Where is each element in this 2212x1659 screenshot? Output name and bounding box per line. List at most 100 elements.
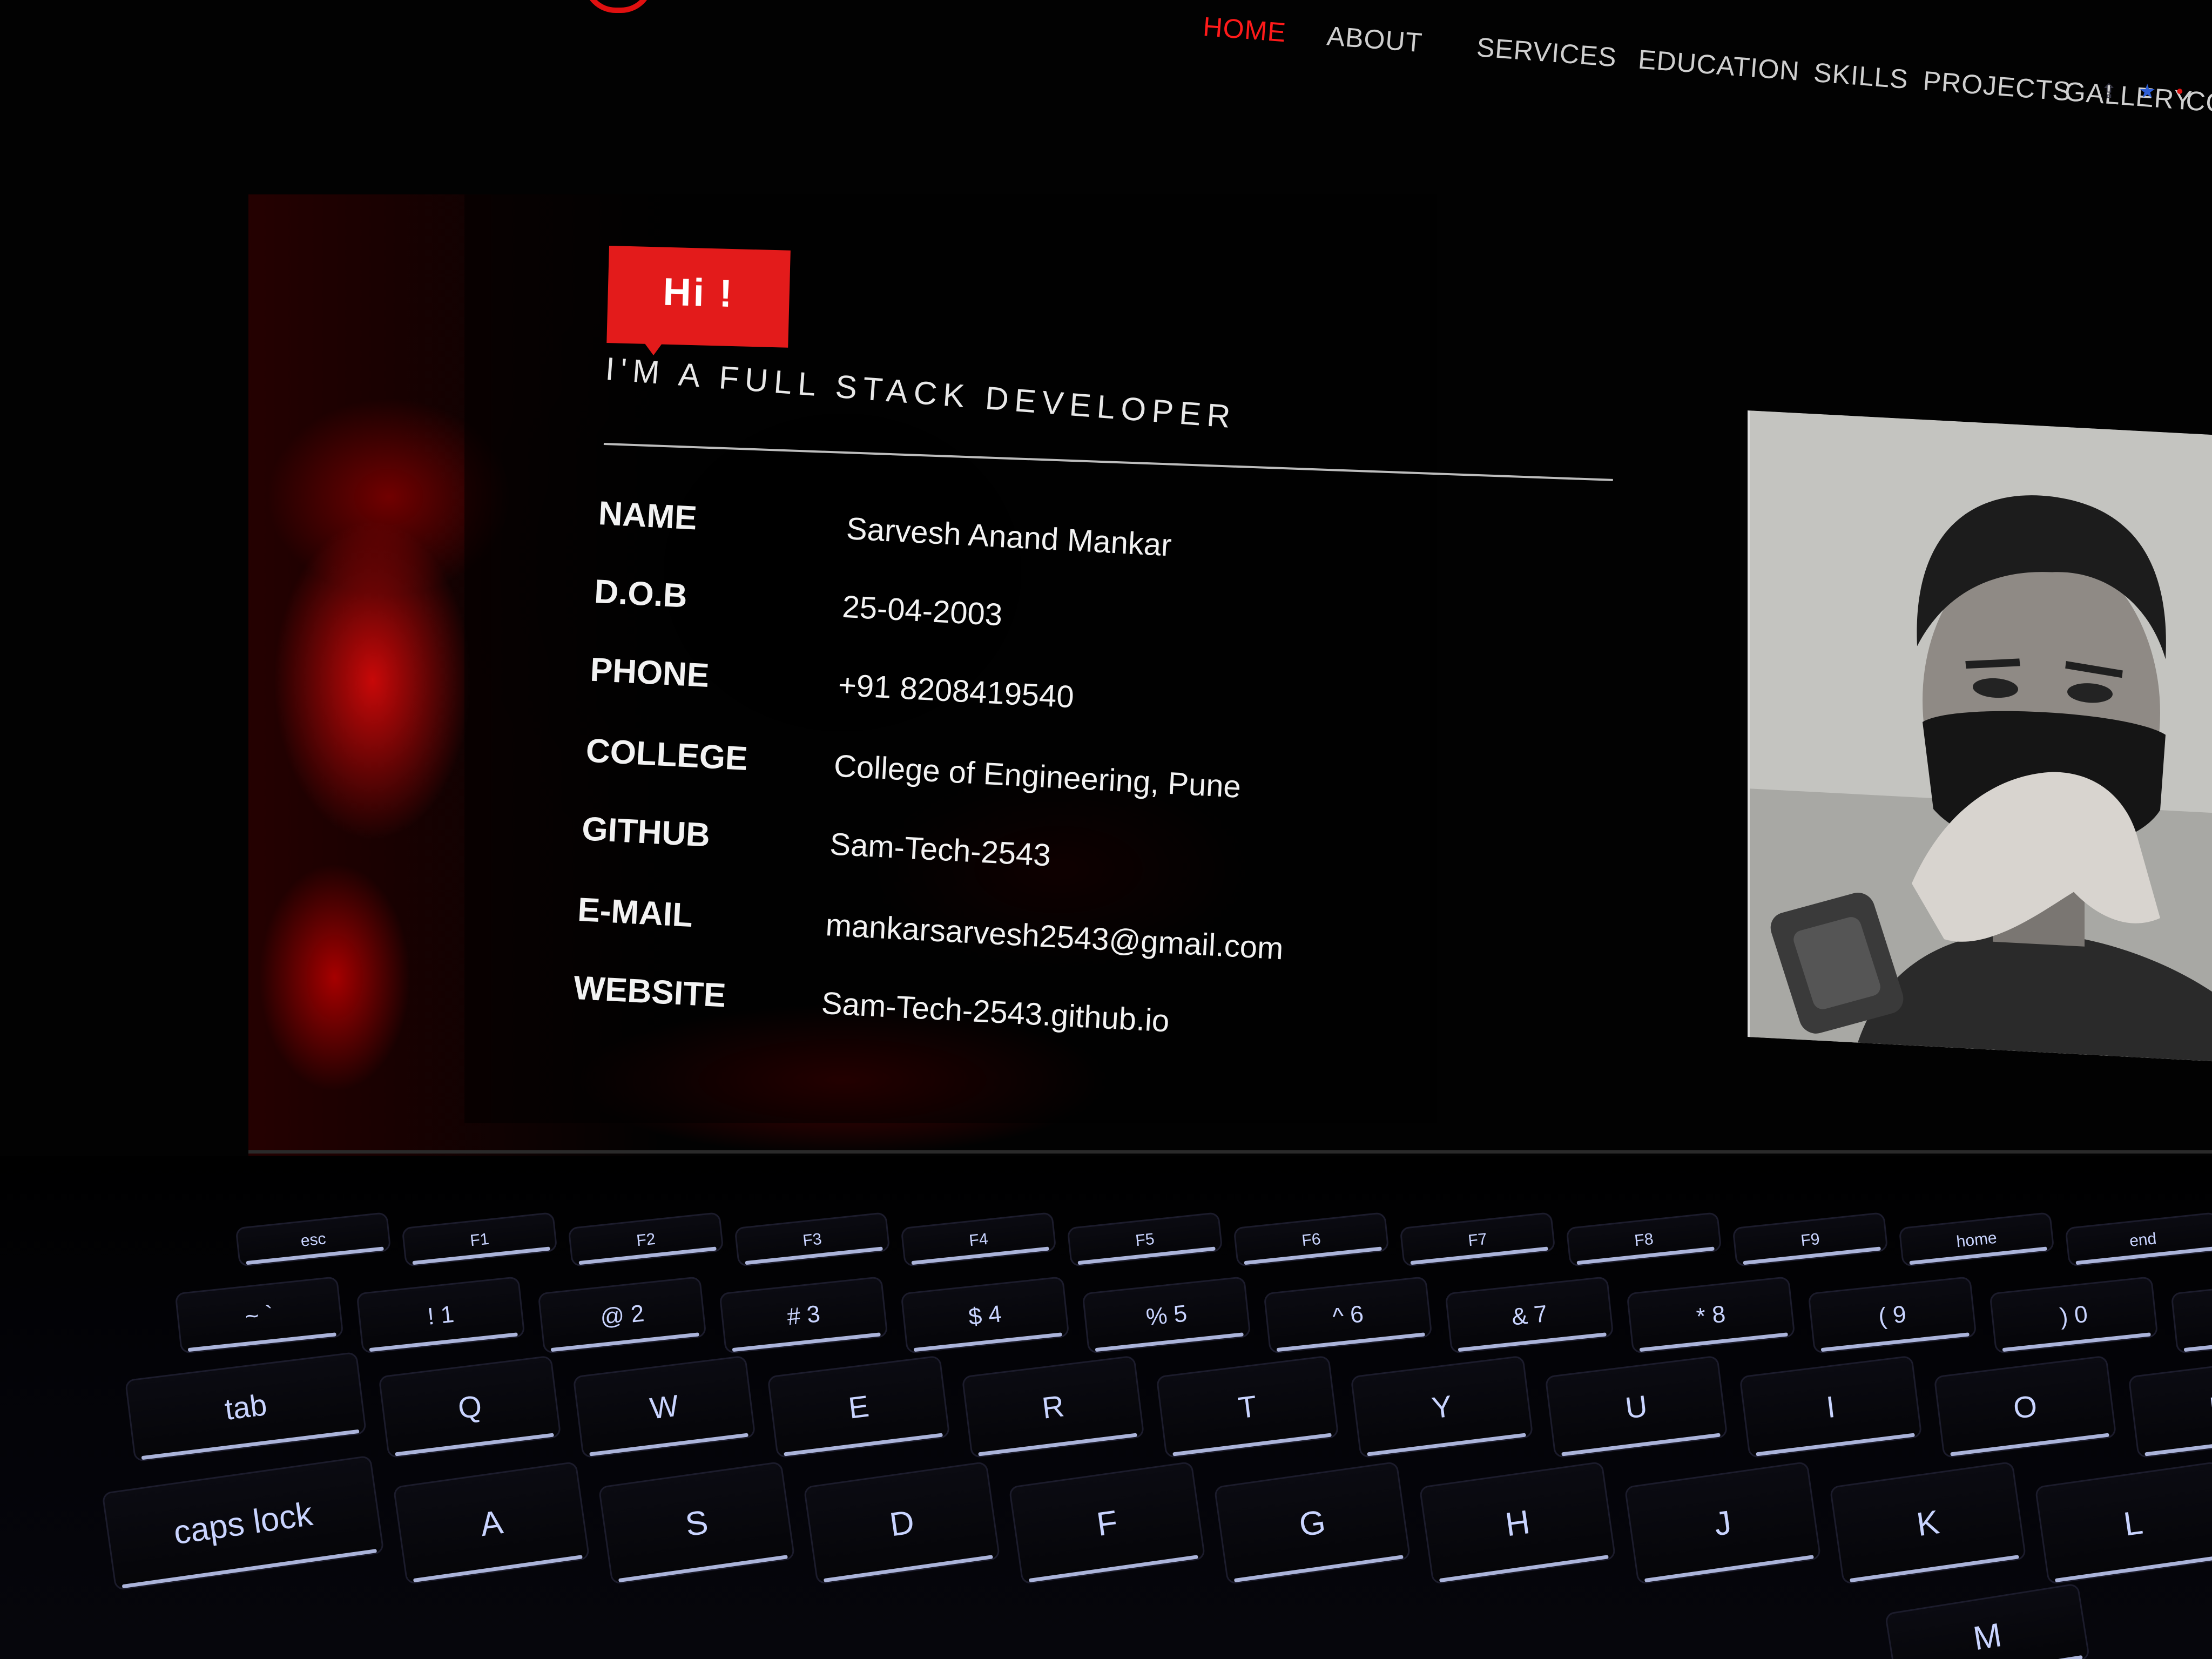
key-u[interactable]: U [1546,1356,1727,1458]
key-l[interactable]: L [2035,1462,2212,1584]
key-label: F6 [1301,1230,1321,1250]
key-f9[interactable]: F9 [1733,1212,1887,1266]
key-8[interactable]: * 8 [1627,1277,1795,1353]
key-label: ! 1 [426,1301,455,1330]
profile-value[interactable]: Sam-Tech-2543 [829,826,1051,873]
key-end[interactable]: end [2066,1212,2212,1266]
profile-value[interactable]: Sam-Tech-2543.github.io [820,985,1170,1040]
photo-scene: HOME ABOUT SERVICES EDUCATION SKILLS PRO… [0,0,2212,1659]
profile-value[interactable]: mankarsarvesh2543@gmail.com [825,907,1284,967]
key-label: F9 [1800,1230,1820,1250]
menu-icon[interactable]: • [2176,80,2183,103]
key-1[interactable]: ! 1 [357,1277,524,1353]
key-home[interactable]: home [1899,1212,2054,1266]
key-y[interactable]: Y [1351,1356,1533,1458]
profile-value[interactable]: +91 8208419540 [837,667,1075,716]
key-o[interactable]: O [1934,1356,2116,1458]
key-label: F8 [1634,1230,1654,1250]
hi-badge: Hi ! [606,246,791,348]
logo-icon[interactable] [583,0,653,13]
key-6[interactable]: ^ 6 [1264,1277,1432,1353]
keyboard-area: esc F1 F2 F3 F4 F5 F6 F7 F8 F9 home end ~ ` ! 1 @ 2 # 3… [0,1156,2212,1659]
key-7[interactable]: & 7 [1446,1277,1613,1353]
profile-label: E-MAIL [576,891,694,935]
key-9[interactable]: ( 9 [1809,1277,1976,1353]
key-w[interactable]: W [574,1356,755,1458]
share-icon[interactable]: ⇪ [2101,80,2117,103]
key-f6[interactable]: F6 [1234,1212,1388,1266]
key-label: W [648,1388,680,1426]
key-label: * 8 [1695,1301,1727,1330]
key-s[interactable]: S [599,1462,794,1584]
key-h[interactable]: H [1420,1462,1615,1584]
key-label: @ 2 [599,1300,645,1331]
key-f3[interactable]: F3 [735,1212,889,1266]
nav-item-home[interactable]: HOME [1202,11,1287,48]
nav-item-skills[interactable]: SKILLS [1812,57,1910,95]
key-d[interactable]: D [804,1462,1000,1584]
key-4[interactable]: $ 4 [901,1277,1069,1353]
key-f7[interactable]: F7 [1400,1212,1555,1266]
key-label: Y [1430,1389,1454,1425]
key-label: R [1040,1388,1066,1425]
nav-item-education[interactable]: EDUCATION [1637,44,1800,87]
key-f8[interactable]: F8 [1567,1212,1721,1266]
key-r[interactable]: R [962,1356,1144,1458]
key-label: % 5 [1145,1300,1189,1331]
key-label: F2 [636,1230,656,1250]
key-label: ( 9 [1877,1301,1907,1330]
nav-item-projects[interactable]: PROJECTS [1922,65,2072,107]
key-label: esc [300,1230,327,1250]
key-k[interactable]: K [1830,1462,2026,1584]
key-label: E [847,1389,871,1425]
key-e[interactable]: E [768,1356,949,1458]
profile-label: NAME [597,494,698,537]
key-label: G [1297,1503,1327,1544]
key-label: ) 0 [2059,1301,2089,1330]
key-label: M [1971,1616,2004,1657]
key-f2[interactable]: F2 [569,1212,723,1266]
key-f5[interactable]: F5 [1068,1212,1222,1266]
key-f4[interactable]: F4 [901,1212,1056,1266]
key-label: ^ 6 [1331,1301,1365,1331]
laptop-screen: HOME ABOUT SERVICES EDUCATION SKILLS PRO… [0,0,2212,1156]
key-g[interactable]: G [1215,1462,1410,1584]
key-esc[interactable]: esc [236,1212,390,1266]
profile-value: College of Engineering, Pune [833,748,1242,805]
key-5[interactable]: % 5 [1083,1277,1250,1353]
key-m[interactable]: M [1885,1584,2089,1659]
key-f[interactable]: F [1009,1462,1205,1584]
key-q[interactable]: Q [379,1356,561,1458]
key-label: D [887,1503,916,1544]
profile-row-email: E-MAIL mankarsarvesh2543@gmail.com [576,891,1387,976]
key-label: H [1503,1503,1532,1544]
key-2[interactable]: @ 2 [538,1277,706,1353]
key-label: F1 [469,1230,490,1250]
key-3[interactable]: # 3 [720,1277,887,1353]
nav-item-services[interactable]: SERVICES [1475,31,1618,73]
hi-badge-text: Hi ! [662,270,735,316]
key-p[interactable]: P [2129,1356,2212,1458]
nav-icon-group: ⇪ ★ • [2101,80,2198,107]
star-icon[interactable]: ★ [2139,80,2156,103]
key-t[interactable]: T [1157,1356,1338,1458]
backlit-keyboard: esc F1 F2 F3 F4 F5 F6 F7 F8 F9 home end ~ ` ! 1 @ 2 # 3… [103,1212,2212,1659]
key-a[interactable]: A [394,1462,589,1584]
nav-item-about[interactable]: ABOUT [1326,20,1424,58]
key-0[interactable]: ) 0 [1990,1277,2157,1353]
key-f1[interactable]: F1 [402,1212,557,1266]
key-j[interactable]: J [1625,1462,1820,1584]
key-label: Q [456,1388,484,1425]
key-tab[interactable]: tab [125,1352,366,1461]
profile-photo [1748,410,2212,1063]
profile-row-github: GITHUB Sam-Tech-2543 [581,810,1392,895]
key-caps-lock[interactable]: caps lock [103,1456,383,1590]
key-[interactable]: ~ ` [176,1277,343,1353]
key-i[interactable]: I [1740,1356,1921,1458]
key-label: F3 [802,1230,822,1250]
key-[interactable]: _ - [2171,1277,2212,1353]
key-label: F4 [968,1230,989,1250]
profile-label: WEBSITE [572,969,727,1015]
key-label: ~ ` [244,1301,274,1330]
key-label: O [2012,1388,2039,1425]
